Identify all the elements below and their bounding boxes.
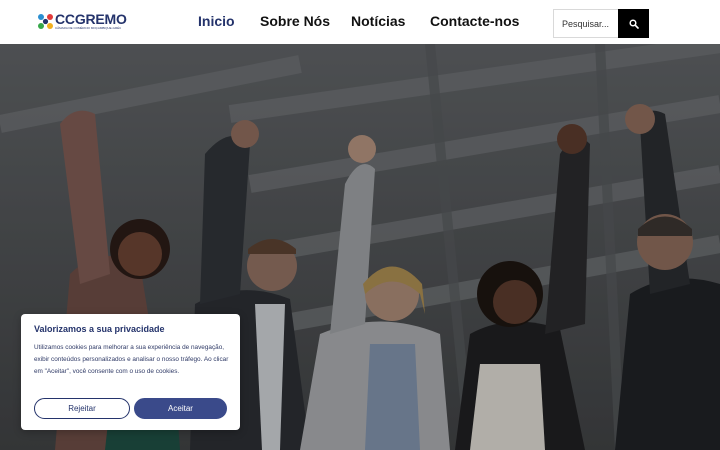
nav-item-noticias[interactable]: Notícias <box>351 13 405 29</box>
search-button[interactable] <box>618 9 649 38</box>
search-input[interactable] <box>554 10 619 37</box>
logo-text: CCGREMO <box>55 11 127 27</box>
cookie-consent-banner: Valorizamos a sua privacidade Utilizamos… <box>21 314 240 430</box>
logo-mark-icon <box>38 14 53 29</box>
reject-button[interactable]: Rejeitar <box>34 398 130 419</box>
search-icon <box>628 18 639 29</box>
nav-item-contacte-nos[interactable]: Contacte-nos <box>430 13 519 29</box>
accept-button[interactable]: Aceitar <box>134 398 227 419</box>
cookie-title: Valorizamos a sua privacidade <box>34 324 165 334</box>
nav-item-sobre-nos[interactable]: Sobre Nós <box>260 13 330 29</box>
search-form <box>553 9 649 38</box>
site-header: CCGREMO CÂMARA DE COMÉRCIO MOÇAMBIQUE-GR… <box>0 0 720 44</box>
site-logo[interactable]: CCGREMO CÂMARA DE COMÉRCIO MOÇAMBIQUE-GR… <box>37 11 127 33</box>
nav-item-inicio[interactable]: Inicio <box>198 13 235 29</box>
cookie-text: Utilizamos cookies para melhorar a sua e… <box>34 344 229 375</box>
logo-subtitle: CÂMARA DE COMÉRCIO MOÇAMBIQUE-GRÉCIA <box>55 26 121 30</box>
